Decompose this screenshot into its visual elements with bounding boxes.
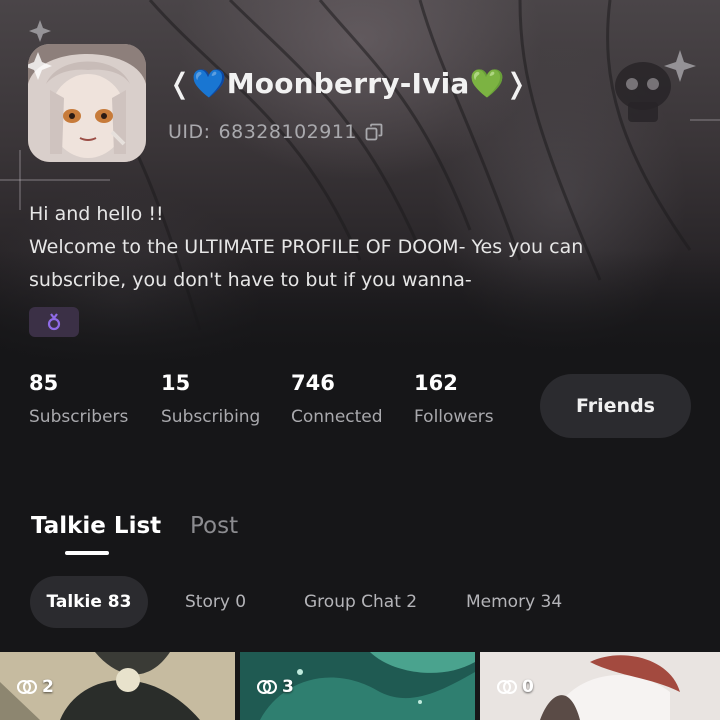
uid-label: UID: — [168, 121, 211, 143]
stat-label: Connected — [291, 407, 383, 427]
female-icon — [47, 313, 61, 331]
card-count-value: 2 — [42, 677, 54, 697]
card-count: 0 — [496, 674, 534, 700]
uid-row: UID: 68328102911 — [168, 118, 383, 146]
stat-label: Followers — [414, 407, 494, 427]
stat-subscribers[interactable]: 85 Subscribers — [29, 368, 128, 427]
talkie-card[interactable]: 0 — [480, 652, 720, 720]
stat-label: Subscribing — [161, 407, 261, 427]
card-count-value: 3 — [282, 677, 294, 697]
bio-line: subscribe, you don't have to but if you … — [29, 269, 472, 291]
connections-icon — [257, 680, 277, 694]
tab-talkie-list[interactable]: Talkie List — [31, 508, 161, 544]
filter-story[interactable]: Story 0 — [185, 576, 246, 628]
card-count: 2 — [16, 674, 54, 700]
stat-value: 162 — [414, 371, 458, 395]
stat-connected[interactable]: 746 Connected — [291, 368, 383, 427]
filter-memory[interactable]: Memory 34 — [466, 576, 562, 628]
copy-icon[interactable] — [365, 123, 383, 141]
bio-line: Welcome to the ULTIMATE PROFILE OF DOOM-… — [29, 236, 584, 258]
uid-value: 68328102911 — [218, 121, 358, 143]
bio: Hi and hello !! Welcome to the ULTIMATE … — [29, 198, 689, 297]
filter-group-chat[interactable]: Group Chat 2 — [304, 576, 417, 628]
card-count: 3 — [256, 674, 294, 700]
stat-value: 746 — [291, 371, 335, 395]
avatar[interactable] — [28, 44, 146, 162]
active-tab-indicator — [65, 551, 109, 555]
stat-subscribing[interactable]: 15 Subscribing — [161, 368, 260, 427]
connections-icon — [497, 680, 517, 694]
stat-followers[interactable]: 162 Followers — [414, 368, 494, 427]
talkie-card[interactable]: 2 — [0, 652, 235, 720]
friends-button[interactable]: Friends — [540, 374, 691, 438]
tab-post[interactable]: Post — [190, 508, 238, 544]
avatar-image — [28, 44, 146, 162]
stat-value: 85 — [29, 371, 59, 395]
talkie-card[interactable]: 3 — [240, 652, 475, 720]
stat-label: Subscribers — [29, 407, 129, 427]
gender-tag — [29, 307, 79, 337]
card-count-value: 0 — [522, 677, 534, 697]
bio-line: Hi and hello !! — [29, 203, 164, 225]
username: ❬💙Moonberry-Ivia💚❭ — [168, 66, 529, 100]
filter-talkie[interactable]: Talkie 83 — [30, 576, 148, 628]
stat-value: 15 — [161, 371, 191, 395]
connections-icon — [17, 680, 37, 694]
